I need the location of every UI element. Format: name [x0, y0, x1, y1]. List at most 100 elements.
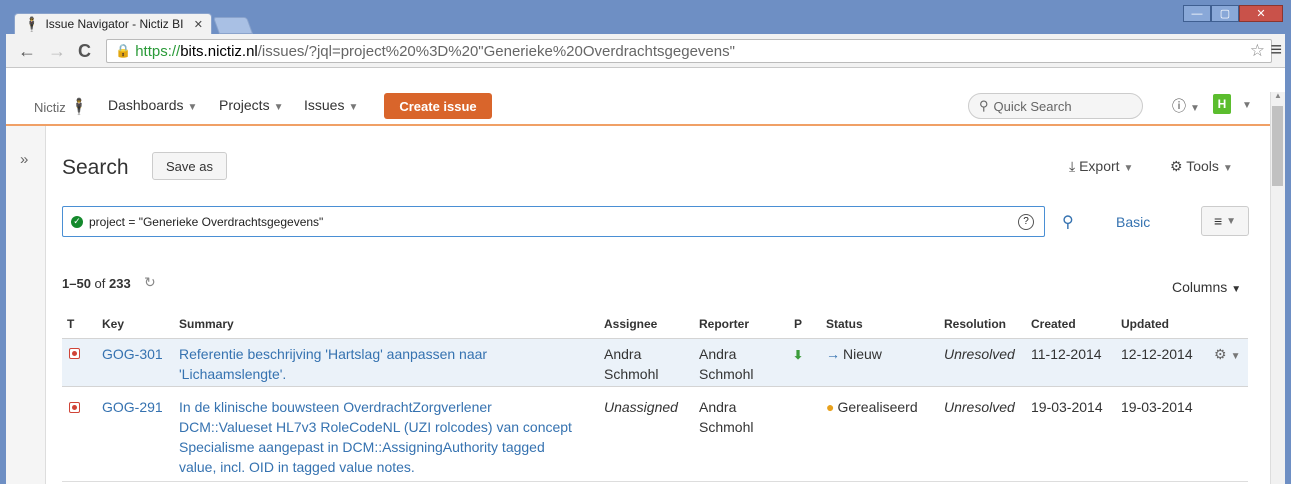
- lock-icon: 🔒: [115, 43, 132, 58]
- close-window-button[interactable]: ✕: [1239, 5, 1283, 22]
- assignee-cell: Unassigned: [604, 399, 678, 415]
- search-icon: ⚲: [979, 98, 989, 113]
- bookmark-star-icon[interactable]: ☆: [1250, 41, 1265, 61]
- summary-line: Referentie beschrijving 'Hartslag' aanpa…: [179, 346, 488, 362]
- col-header-status[interactable]: Status: [826, 317, 863, 331]
- nictiz-favicon-icon: 🕴: [23, 15, 41, 32]
- col-header-resolution[interactable]: Resolution: [944, 317, 1006, 331]
- nictiz-logo[interactable]: Nictiz 🕴: [34, 97, 89, 117]
- issue-summary-link[interactable]: In de klinische bouwsteen OverdrachtZorg…: [179, 397, 572, 477]
- valid-check-icon: ✓: [71, 215, 83, 228]
- col-header-summary[interactable]: Summary: [179, 317, 234, 331]
- chevron-down-icon: ▼: [1231, 284, 1242, 295]
- row-actions-gear-icon[interactable]: ⚙ ▼: [1214, 346, 1240, 363]
- nav-issues[interactable]: Issues ▼: [304, 97, 358, 113]
- status-cell: → Nieuw: [826, 344, 882, 364]
- summary-line: value, incl. OID in tagged value notes.: [179, 459, 415, 475]
- chevron-down-icon: ▼: [1230, 351, 1241, 362]
- col-header-updated[interactable]: Updated: [1121, 317, 1169, 331]
- nav-projects[interactable]: Projects ▼: [219, 97, 283, 113]
- help-menu[interactable]: ⓘ ▼: [1172, 96, 1200, 116]
- col-header-priority[interactable]: P: [794, 317, 802, 331]
- created-cell: 11-12-2014: [1031, 346, 1102, 362]
- issue-summary-link[interactable]: Referentie beschrijving 'Hartslag' aanpa…: [179, 344, 487, 384]
- nav-dashboards-label: Dashboards: [108, 97, 184, 113]
- back-icon[interactable]: ←: [18, 41, 36, 62]
- tools-menu[interactable]: ⚙ Tools ▼: [1170, 158, 1233, 175]
- save-as-button[interactable]: Save as: [152, 152, 227, 180]
- issue-key-link[interactable]: GOG-301: [102, 344, 163, 364]
- columns-label: Columns: [1172, 279, 1228, 295]
- address-bar[interactable]: 🔒 https:// bits.nictiz.nl /issues/?jql=p…: [106, 39, 1272, 63]
- page-title: Search: [62, 156, 129, 179]
- priority-low-icon: ⬇: [793, 348, 804, 362]
- expand-sidebar-icon[interactable]: »: [20, 151, 28, 168]
- jql-input[interactable]: ✓ project = "Generieke Overdrachtsgegeve…: [62, 206, 1045, 237]
- user-avatar[interactable]: H: [1213, 94, 1231, 114]
- minimize-button[interactable]: —: [1183, 5, 1211, 22]
- browser-menu-icon[interactable]: ≡: [1270, 39, 1282, 62]
- url-path: /issues/?jql=project%20%3D%20"Generieke%…: [257, 42, 735, 60]
- summary-line: Specialisme aangepast in DCM::AssigningA…: [179, 439, 545, 455]
- reporter-cell: Andra Schmohl: [699, 397, 753, 437]
- browser-tab[interactable]: 🕴 Issue Navigator - Nictiz BI ✕: [14, 13, 212, 34]
- nav-projects-label: Projects: [219, 97, 270, 113]
- created-cell: 19-03-2014: [1031, 399, 1103, 415]
- gear-icon: ⚙: [1170, 158, 1187, 174]
- scrollbar-thumb[interactable]: [1272, 106, 1283, 186]
- reporter-cell: Andra Schmohl: [699, 344, 753, 384]
- syntax-help-icon[interactable]: ?: [1018, 213, 1034, 230]
- reload-icon[interactable]: C: [78, 41, 91, 62]
- layout-switcher-button[interactable]: ≡ ▼: [1201, 206, 1249, 236]
- avatar-chevron-icon[interactable]: ▼: [1242, 100, 1252, 111]
- col-header-created[interactable]: Created: [1031, 317, 1076, 331]
- resolution-cell: Unresolved: [944, 346, 1015, 362]
- bug-type-icon: [69, 348, 80, 359]
- col-header-assignee[interactable]: Assignee: [604, 317, 657, 331]
- maximize-button[interactable]: ▢: [1211, 5, 1239, 22]
- reporter-last: Schmohl: [699, 366, 754, 382]
- summary-line: DCM::Valueset HL7v3 RoleCodeNL (UZI rolc…: [179, 419, 572, 435]
- url-scheme: https://: [135, 42, 181, 60]
- help-icon: ⓘ: [1172, 98, 1186, 114]
- status-new-icon: →: [826, 346, 840, 362]
- row-divider: [62, 481, 1248, 482]
- tools-label: Tools: [1186, 158, 1219, 174]
- refresh-icon[interactable]: ↻: [144, 274, 156, 291]
- sidebar: [6, 126, 46, 484]
- results-range: 1–50: [62, 276, 91, 291]
- search-button-icon[interactable]: ⚲: [1062, 212, 1074, 232]
- summary-line: In de klinische bouwsteen OverdrachtZorg…: [179, 399, 492, 415]
- list-icon: ≡: [1213, 213, 1223, 229]
- nav-dashboards[interactable]: Dashboards ▼: [108, 97, 197, 113]
- assignee-last: Schmohl: [604, 366, 659, 382]
- col-header-reporter[interactable]: Reporter: [699, 317, 749, 331]
- col-header-type[interactable]: T: [67, 317, 74, 331]
- window-controls: — ▢ ✕: [1183, 5, 1283, 22]
- results-of: of: [94, 276, 106, 291]
- scroll-up-icon[interactable]: ▲: [1274, 91, 1282, 100]
- tab-close-icon[interactable]: ✕: [194, 18, 203, 31]
- status-cell: ● Gerealiseerd: [826, 397, 918, 417]
- reporter-first: Andra: [699, 399, 737, 415]
- issue-key-link[interactable]: GOG-291: [102, 397, 163, 417]
- chevron-down-icon: ▼: [1226, 215, 1237, 227]
- status-resolved-icon: ●: [826, 399, 835, 415]
- export-label: Export: [1079, 158, 1120, 174]
- logo-text: Nictiz: [34, 100, 66, 115]
- window-frame-right: [1285, 34, 1291, 484]
- updated-cell: 12-12-2014: [1121, 346, 1193, 362]
- create-issue-button[interactable]: Create issue: [384, 93, 492, 119]
- new-tab-button[interactable]: [212, 17, 254, 34]
- quick-search-input[interactable]: ⚲ Quick Search: [968, 93, 1143, 119]
- forward-icon[interactable]: →: [48, 41, 66, 62]
- bug-type-icon: [69, 402, 80, 413]
- results-total: 233: [109, 276, 131, 291]
- chevron-down-icon: ▼: [1222, 163, 1233, 174]
- export-menu[interactable]: ⤓ Export ▼: [1069, 158, 1133, 175]
- basic-mode-link[interactable]: Basic: [1116, 214, 1150, 230]
- export-icon: ⤓: [1069, 158, 1080, 174]
- col-header-key[interactable]: Key: [102, 317, 124, 331]
- jql-query: project = "Generieke Overdrachtsgegevens…: [89, 214, 324, 229]
- columns-menu[interactable]: Columns ▼: [1172, 279, 1241, 295]
